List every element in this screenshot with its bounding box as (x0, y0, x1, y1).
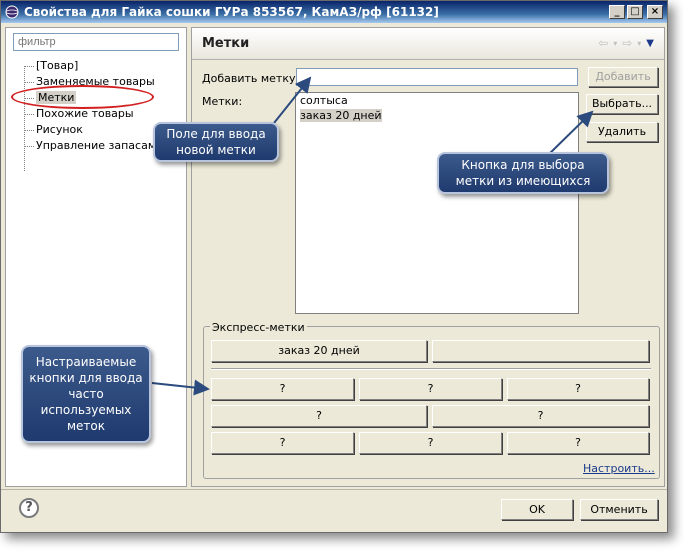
page-title: Метки (202, 36, 250, 51)
express-button[interactable]: ? (211, 378, 354, 400)
divider (211, 368, 651, 370)
tag-text: заказ 20 дней (300, 109, 382, 122)
sidebar-item-stock[interactable]: Управление запасами (16, 138, 163, 154)
close-button[interactable]: × (647, 5, 663, 19)
callout-input: Поле для ввода новой метки (153, 122, 279, 162)
minimize-button[interactable]: _ (609, 5, 625, 19)
nav-toolbar: ⇦ ▾ ⇨ ▾ ▼ (598, 36, 654, 50)
list-item[interactable]: солтыса (296, 93, 578, 108)
app-icon (5, 5, 19, 19)
forward-icon[interactable]: ⇨ (622, 36, 632, 50)
footer-divider (1, 489, 667, 490)
add-tag-input[interactable] (296, 68, 578, 86)
sidebar-item-label: [Товар] (36, 59, 79, 72)
ok-button[interactable]: OK (501, 499, 573, 520)
list-item[interactable]: заказ 20 дней (296, 108, 578, 123)
page-header: Метки ⇦ ▾ ⇨ ▾ ▼ (192, 28, 664, 60)
express-button[interactable]: ? (359, 432, 502, 454)
highlight-oval (11, 85, 154, 109)
choose-tag-button[interactable]: Выбрать... (586, 94, 658, 114)
configure-link[interactable]: Настроить... (583, 462, 655, 475)
sidebar-item-product[interactable]: [Товар] (16, 58, 163, 74)
main-panel: Метки ⇦ ▾ ⇨ ▾ ▼ Добавить метку: Добавить… (191, 27, 665, 487)
title-bar: Свойства для Гайка сошки ГУРа 853567, Ка… (1, 1, 667, 23)
express-tags-title: Экспресс-метки (210, 321, 307, 334)
express-button[interactable] (432, 340, 649, 362)
express-button[interactable]: ? (432, 405, 649, 427)
express-button[interactable]: ? (507, 378, 649, 400)
express-button[interactable]: заказ 20 дней (211, 340, 427, 362)
chevron-down-icon[interactable]: ▾ (637, 39, 641, 50)
express-button[interactable]: ? (359, 378, 502, 400)
maximize-button[interactable]: □ (627, 5, 643, 19)
callout-express: Настраиваемые кнопки для ввода часто исп… (21, 345, 151, 443)
sidebar-item-label: Управление запасами (36, 139, 164, 152)
sidebar-item-label: Рисунок (36, 123, 83, 136)
cancel-button[interactable]: Отменить (580, 499, 658, 520)
tags-label: Метки: (202, 95, 243, 108)
tag-text: солтыса (300, 94, 348, 107)
window-title: Свойства для Гайка сошки ГУРа 853567, Ка… (24, 5, 439, 19)
back-icon[interactable]: ⇦ (598, 36, 608, 50)
sidebar-item-picture[interactable]: Рисунок (16, 122, 163, 138)
filter-input[interactable] (13, 33, 179, 51)
delete-tag-button[interactable]: Удалить (586, 122, 658, 142)
add-tag-button[interactable]: Добавить (588, 67, 658, 87)
express-button[interactable]: ? (211, 405, 427, 427)
help-icon[interactable]: ? (19, 498, 39, 518)
add-tag-label: Добавить метку: (202, 72, 300, 85)
tags-list[interactable]: солтыса заказ 20 дней (295, 92, 579, 314)
view-menu-icon[interactable]: ▼ (646, 38, 654, 50)
callout-choose: Кнопка для выбора метки из имеющихся (437, 152, 609, 194)
properties-dialog: Свойства для Гайка сошки ГУРа 853567, Ка… (0, 0, 668, 533)
express-button[interactable]: ? (507, 432, 649, 454)
express-button[interactable]: ? (211, 432, 354, 454)
chevron-down-icon[interactable]: ▾ (613, 39, 617, 50)
